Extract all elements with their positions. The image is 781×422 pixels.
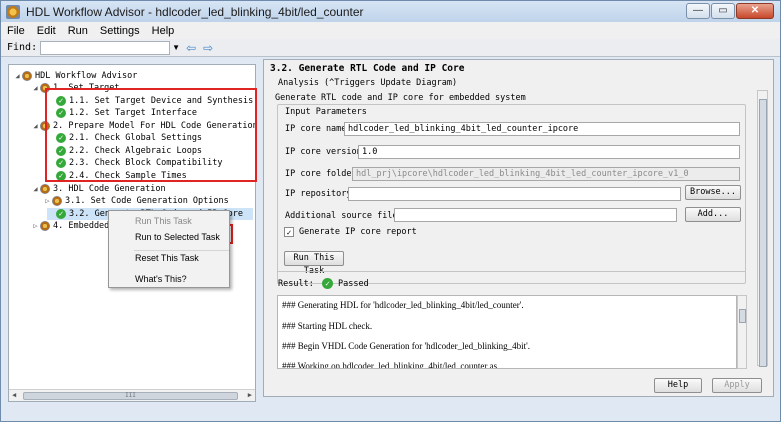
ip-core-version-input[interactable]: 1.0 xyxy=(358,145,740,159)
scroll-left-icon[interactable]: ◀ xyxy=(12,391,16,399)
menu-settings[interactable]: Settings xyxy=(94,25,146,37)
divider xyxy=(277,271,746,272)
scroll-thumb[interactable] xyxy=(759,99,767,367)
apply-button[interactable]: Apply xyxy=(712,378,762,393)
input-parameters-group: Input Parameters IP core name: hdlcoder_… xyxy=(277,104,746,284)
passed-check-icon: ✓ xyxy=(322,278,333,289)
check-icon: ✓ xyxy=(56,209,66,219)
log-line: ### Starting HDL check. xyxy=(282,321,373,331)
find-input[interactable] xyxy=(40,40,171,55)
result-label: Result: xyxy=(278,279,314,289)
title-bar[interactable]: HDL Workflow Advisor - hdlcoder_led_blin… xyxy=(1,1,780,22)
expand-twisty-icon[interactable]: ◢ xyxy=(31,82,40,94)
ip-core-name-label: IP core name: xyxy=(285,124,352,134)
expand-twisty-icon[interactable]: ◢ xyxy=(31,120,40,132)
task-description: Generate RTL code and IP core for embedd… xyxy=(275,93,526,103)
minimize-button[interactable]: — xyxy=(686,3,710,19)
window-title: HDL Workflow Advisor - hdlcoder_led_blin… xyxy=(26,4,364,19)
analysis-label: Analysis (^Triggers Update Diagram) xyxy=(278,78,458,88)
ip-repository-input[interactable] xyxy=(348,187,681,201)
expand-twisty-icon[interactable]: ◢ xyxy=(13,70,22,82)
tree-horizontal-scrollbar[interactable]: ◀ III ▶ xyxy=(9,389,255,401)
scroll-right-icon[interactable]: ▶ xyxy=(248,391,252,399)
context-item-run-to-selected-task[interactable]: Run to Selected Task xyxy=(109,228,229,246)
folder-icon xyxy=(40,184,50,194)
tree-node-3-1[interactable]: ▷ 3.1. Set Code Generation Options xyxy=(43,195,229,207)
log-line: ### Begin VHDL Code Generation for 'hdlc… xyxy=(282,341,530,351)
scroll-thumb[interactable] xyxy=(739,309,746,323)
folder-icon xyxy=(52,196,62,206)
expand-twisty-icon[interactable]: ◢ xyxy=(31,183,40,195)
section-title: 3.2. Generate RTL Code and IP Core xyxy=(270,63,465,74)
collapsed-twisty-icon[interactable]: ▷ xyxy=(43,195,52,207)
run-this-task-button[interactable]: Run This Task xyxy=(284,251,344,276)
help-button[interactable]: Help xyxy=(654,378,702,393)
group-title: Input Parameters xyxy=(285,107,367,117)
additional-source-files-label: Additional source files: xyxy=(285,211,408,221)
context-item-reset-this-task[interactable]: Reset This Task xyxy=(109,249,229,267)
ip-core-folder-label: IP core folder: xyxy=(285,169,362,179)
ip-repository-label: IP repository: xyxy=(285,189,357,199)
back-arrow-icon[interactable]: ⇦ xyxy=(183,41,199,55)
ip-core-folder-field: hdl_prj\ipcore\hdlcoder_led_blinking_4bi… xyxy=(352,167,740,181)
highlight-box-tasks xyxy=(45,88,257,182)
browse-button[interactable]: Browse... xyxy=(685,185,741,200)
pane-vertical-scrollbar[interactable] xyxy=(757,90,768,367)
hdl-advisor-app-icon xyxy=(6,4,20,19)
tree-node-root[interactable]: ◢ HDL Workflow Advisor xyxy=(13,70,137,82)
folder-icon xyxy=(22,71,32,81)
log-line: ### Generating HDL for 'hdlcoder_led_bli… xyxy=(282,300,524,310)
menu-run[interactable]: Run xyxy=(62,25,94,37)
window-controls: — ▭ ✕ xyxy=(686,3,774,19)
forward-arrow-icon[interactable]: ⇨ xyxy=(200,41,216,55)
menu-edit[interactable]: Edit xyxy=(31,25,62,37)
ip-core-name-input[interactable]: hdlcoder_led_blinking_4bit_led_counter_i… xyxy=(344,122,740,136)
chevron-down-icon[interactable]: ▼ xyxy=(170,41,182,55)
folder-icon xyxy=(40,221,50,231)
additional-source-files-input[interactable] xyxy=(394,208,677,222)
task-detail-pane: 3.2. Generate RTL Code and IP Core Analy… xyxy=(263,59,774,397)
collapsed-twisty-icon[interactable]: ▷ xyxy=(31,220,40,232)
generate-report-label: Generate IP core report xyxy=(299,227,417,237)
menu-bar: File Edit Run Settings Help xyxy=(1,22,780,39)
result-status: ✓ Passed xyxy=(322,278,369,289)
tree-node-hdl-codegen[interactable]: ◢ 3. HDL Code Generation xyxy=(31,183,166,195)
log-scrollbar[interactable] xyxy=(737,295,747,369)
context-item-whats-this[interactable]: What's This? xyxy=(109,270,229,288)
context-menu: Run This Task Run to Selected Task Reset… xyxy=(108,210,230,288)
menu-file[interactable]: File xyxy=(1,25,31,37)
add-button[interactable]: Add... xyxy=(685,207,741,222)
find-label: Find: xyxy=(7,42,38,53)
maximize-button[interactable]: ▭ xyxy=(711,3,735,19)
scroll-thumb[interactable]: III xyxy=(23,392,238,400)
main-window: HDL Workflow Advisor - hdlcoder_led_blin… xyxy=(0,0,781,422)
find-toolbar: Find: ▼ ⇦ ⇨ xyxy=(1,39,780,57)
log-line: ### Working on hdlcoder_led_blinking_4bi… xyxy=(282,361,498,369)
ip-core-version-label: IP core version: xyxy=(285,147,367,157)
close-button[interactable]: ✕ xyxy=(736,3,774,19)
menu-help[interactable]: Help xyxy=(146,25,181,37)
generate-report-checkbox[interactable]: ✓ xyxy=(284,227,294,237)
result-log[interactable]: ### Generating HDL for 'hdlcoder_led_bli… xyxy=(277,295,737,369)
